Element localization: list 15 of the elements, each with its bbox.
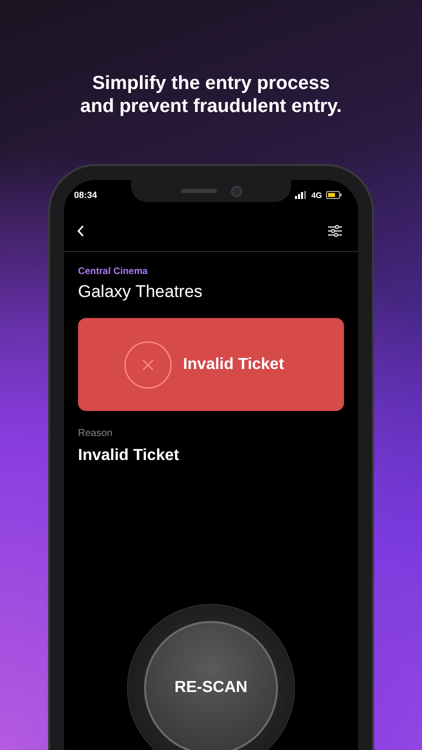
venue-label: Central Cinema [78,266,149,277]
back-icon[interactable] [77,225,85,237]
headline: and prevent fraudulent entry. [79,95,343,118]
signal-icon [295,191,308,199]
cross-icon [124,340,172,388]
reason-label: Reason [78,428,114,439]
status-time: 08:34 [74,190,98,200]
battery-icon [326,191,342,199]
result-text: Invalid Ticket [182,356,284,374]
network-label: 4G [311,190,322,200]
reason-value: Invalid Ticket [78,447,180,465]
venue-name: Galaxy Theatres [78,282,204,302]
headline: Simplify the entry process [91,72,331,95]
sliders-icon[interactable] [328,225,342,237]
rescan-button[interactable]: RE-SCAN [144,621,278,750]
